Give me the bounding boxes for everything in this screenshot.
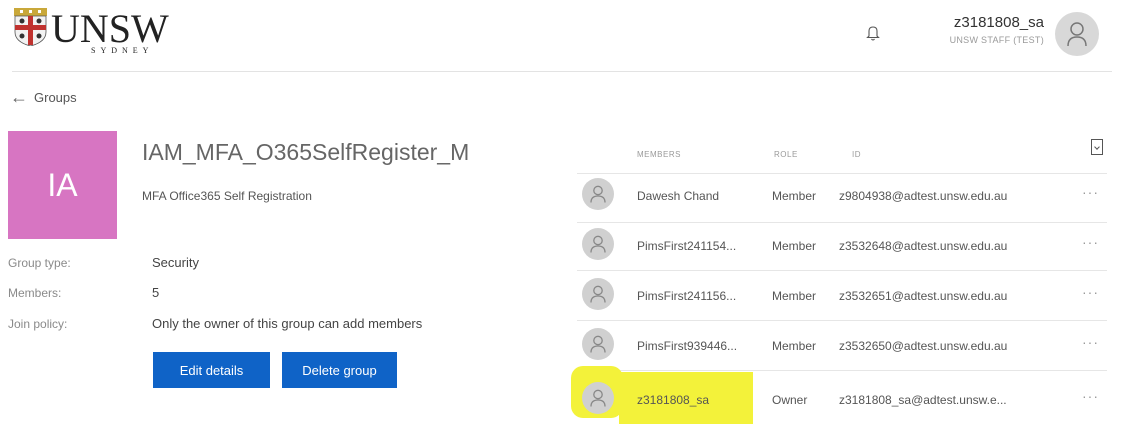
more-options-icon[interactable]: ··· — [1082, 234, 1099, 250]
user-role: UNSW STAFF (TEST) — [949, 35, 1044, 45]
member-name[interactable]: z3181808_sa — [637, 393, 709, 407]
unsw-logo[interactable]: UNSW SYDNEY — [14, 8, 169, 55]
person-icon — [582, 278, 614, 310]
back-label: Groups — [34, 89, 77, 105]
bell-icon[interactable] — [866, 24, 880, 42]
column-header-members[interactable]: MEMBERS — [637, 150, 681, 159]
logo-wordmark: UNSW SYDNEY — [51, 8, 169, 55]
person-icon — [582, 382, 614, 414]
unsw-crest-icon — [14, 8, 47, 46]
members-count-label: Members: — [8, 286, 62, 300]
group-type-label: Group type: — [8, 256, 71, 270]
user-info[interactable]: z3181808_sa UNSW STAFF (TEST) — [950, 14, 1044, 45]
member-id: z3532650@adtest.unsw.edu.au — [839, 339, 1008, 353]
user-avatar[interactable] — [1055, 12, 1099, 56]
member-name[interactable]: PimsFirst241154... — [637, 239, 736, 253]
back-to-groups-link[interactable]: ← Groups — [10, 88, 77, 106]
member-role: Member — [772, 289, 817, 303]
member-name[interactable]: PimsFirst241156... — [637, 289, 736, 303]
member-role: Member — [772, 339, 817, 353]
row-divider — [577, 370, 1107, 371]
member-role: Owner — [772, 393, 808, 407]
arrow-left-icon: ← — [10, 87, 28, 107]
person-icon — [582, 178, 614, 210]
edit-details-button[interactable]: Edit details — [153, 352, 270, 388]
table-row[interactable]: PimsFirst241154... Member z3532648@adtes… — [577, 218, 1107, 273]
member-name[interactable]: PimsFirst939446... — [637, 339, 737, 353]
group-description: MFA Office365 Self Registration — [142, 189, 312, 203]
app-header: UNSW SYDNEY z3181808_sa UNSW STAFF (TEST… — [0, 0, 1124, 72]
more-options-icon[interactable]: ··· — [1082, 334, 1099, 350]
logo-name: UNSW — [51, 6, 169, 51]
group-name: IAM_MFA_O365SelfRegister_M — [142, 139, 470, 165]
join-policy-label: Join policy: — [8, 317, 68, 331]
delete-group-button[interactable]: Delete group — [282, 352, 397, 388]
column-header-role[interactable]: ROLE — [774, 150, 798, 159]
column-header-id[interactable]: ID — [852, 150, 861, 159]
members-count-value: 5 — [152, 285, 160, 300]
user-id: z3181808_sa — [953, 14, 1044, 31]
more-options-icon[interactable]: ··· — [1082, 184, 1099, 200]
member-id: z3532651@adtest.unsw.edu.au — [839, 289, 1008, 303]
table-row[interactable]: PimsFirst939446... Member z3532650@adtes… — [577, 318, 1107, 373]
person-icon — [1067, 22, 1087, 47]
member-id: z9804938@adtest.unsw.edu.au — [839, 189, 1008, 203]
more-options-icon[interactable]: ··· — [1082, 284, 1099, 300]
person-icon — [582, 228, 614, 260]
table-row-owner[interactable]: z3181808_sa Owner z3181808_sa@adtest.uns… — [571, 366, 1107, 427]
more-options-icon[interactable]: ··· — [1082, 388, 1099, 404]
group-initials: IA — [47, 166, 78, 203]
member-role: Member — [772, 189, 817, 203]
header-divider — [12, 71, 1112, 72]
join-policy-value: Only the owner of this group can add mem… — [152, 316, 423, 331]
table-row[interactable]: Dawesh Chand Member z9804938@adtest.unsw… — [577, 168, 1107, 223]
export-icon[interactable] — [1091, 139, 1103, 155]
member-id: z3181808_sa@adtest.unsw.e... — [839, 393, 1007, 407]
person-icon — [582, 328, 614, 360]
group-tile: IA — [8, 131, 117, 239]
member-role: Member — [772, 239, 817, 253]
group-type-value: Security — [152, 255, 199, 270]
table-row[interactable]: PimsFirst241156... Member z3532651@adtes… — [577, 268, 1107, 323]
member-name[interactable]: Dawesh Chand — [637, 189, 719, 203]
member-id: z3532648@adtest.unsw.edu.au — [839, 239, 1008, 253]
